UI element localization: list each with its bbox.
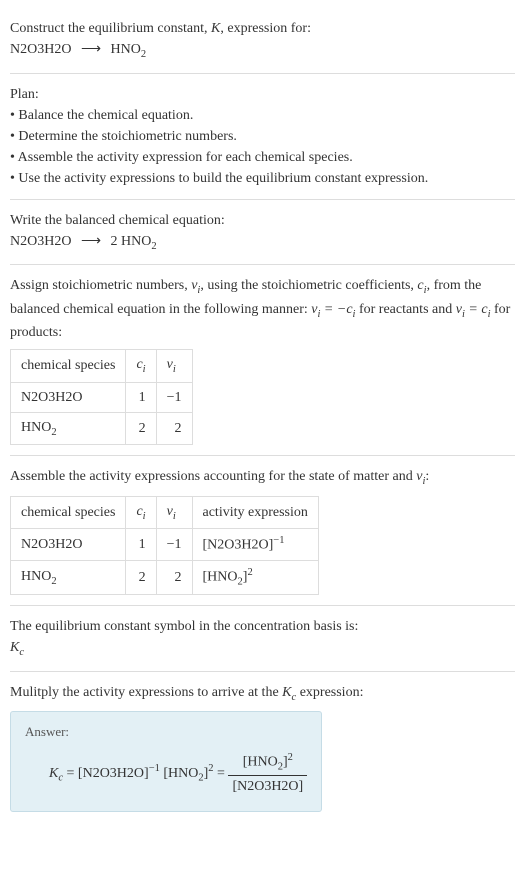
balanced-equation: N2O3H2O ⟶ 2 HNO2: [10, 231, 515, 255]
cell-nui: 2: [156, 561, 192, 595]
col-species: chemical species: [11, 496, 126, 529]
symbol-section: The equilibrium constant symbol in the c…: [10, 606, 515, 672]
cell-ci: 2: [126, 412, 156, 445]
intro-equation: N2O3H2O ⟶ HNO2: [10, 39, 515, 63]
table-header-row: chemical species ci νi activity expressi…: [11, 496, 319, 529]
balanced-section: Write the balanced chemical equation: N2…: [10, 200, 515, 266]
fraction-numerator: [HNO2]2: [228, 750, 307, 776]
arrow-icon: ⟶: [81, 39, 101, 60]
table-row: HNO2 2 2: [11, 412, 193, 445]
col-nui: νi: [156, 350, 192, 383]
balanced-text: Write the balanced chemical equation:: [10, 210, 515, 231]
col-species: chemical species: [11, 350, 126, 383]
reactant: N2O3H2O: [10, 42, 71, 57]
balanced-lhs: N2O3H2O: [10, 234, 71, 249]
intro-suffix: , expression for:: [220, 21, 311, 36]
stoich-table: chemical species ci νi N2O3H2O 1 −1 HNO2…: [10, 349, 193, 445]
cell-ci: 1: [126, 529, 156, 561]
plan-section: Plan: • Balance the chemical equation. •…: [10, 74, 515, 200]
cell-activity: [N2O3H2O]−1: [192, 529, 318, 561]
cell-ci: 1: [126, 382, 156, 412]
cell-activity: [HNO2]2: [192, 561, 318, 595]
cell-species: N2O3H2O: [11, 529, 126, 561]
arrow-icon: ⟶: [81, 231, 101, 252]
cell-species: HNO2: [11, 412, 126, 445]
col-ci: ci: [126, 350, 156, 383]
table-row: HNO2 2 2 [HNO2]2: [11, 561, 319, 595]
answer-expression: Kc = [N2O3H2O]−1 [HNO2]2 = [HNO2]2 [N2O3…: [25, 750, 307, 797]
col-ci: ci: [126, 496, 156, 529]
plan-bullet-4: • Use the activity expressions to build …: [10, 168, 515, 189]
cell-nui: 2: [156, 412, 192, 445]
fraction: [HNO2]2 [N2O3H2O]: [228, 750, 307, 797]
product: HNO2: [111, 42, 147, 57]
plan-heading: Plan:: [10, 84, 515, 105]
activity-text: Assemble the activity expressions accoun…: [10, 466, 515, 490]
intro-line1: Construct the equilibrium constant, K, e…: [10, 18, 515, 39]
table-row: N2O3H2O 1 −1 [N2O3H2O]−1: [11, 529, 319, 561]
intro-section: Construct the equilibrium constant, K, e…: [10, 8, 515, 74]
stoich-text: Assign stoichiometric numbers, νi, using…: [10, 275, 515, 343]
answer-label: Answer:: [25, 722, 307, 742]
final-text: Mulitply the activity expressions to arr…: [10, 682, 515, 706]
cell-nui: −1: [156, 529, 192, 561]
plan-bullet-2: • Determine the stoichiometric numbers.: [10, 126, 515, 147]
balanced-coef: 2: [111, 234, 118, 249]
plan-bullet-3: • Assemble the activity expression for e…: [10, 147, 515, 168]
intro-text: Construct the equilibrium constant,: [10, 21, 211, 36]
col-nui: νi: [156, 496, 192, 529]
activity-table: chemical species ci νi activity expressi…: [10, 496, 319, 595]
answer-box: Answer: Kc = [N2O3H2O]−1 [HNO2]2 = [HNO2…: [10, 711, 322, 812]
table-row: N2O3H2O 1 −1: [11, 382, 193, 412]
table-header-row: chemical species ci νi: [11, 350, 193, 383]
cell-species: N2O3H2O: [11, 382, 126, 412]
intro-K: K: [211, 21, 220, 36]
symbol-text: The equilibrium constant symbol in the c…: [10, 616, 515, 637]
symbol-kc: Kc: [10, 637, 515, 661]
col-activity: activity expression: [192, 496, 318, 529]
cell-ci: 2: [126, 561, 156, 595]
cell-nui: −1: [156, 382, 192, 412]
plan-bullet-1: • Balance the chemical equation.: [10, 105, 515, 126]
final-section: Mulitply the activity expressions to arr…: [10, 672, 515, 822]
fraction-denominator: [N2O3H2O]: [228, 776, 307, 797]
stoich-section: Assign stoichiometric numbers, νi, using…: [10, 265, 515, 456]
cell-species: HNO2: [11, 561, 126, 595]
balanced-rhs: HNO2: [121, 234, 157, 249]
activity-section: Assemble the activity expressions accoun…: [10, 456, 515, 606]
